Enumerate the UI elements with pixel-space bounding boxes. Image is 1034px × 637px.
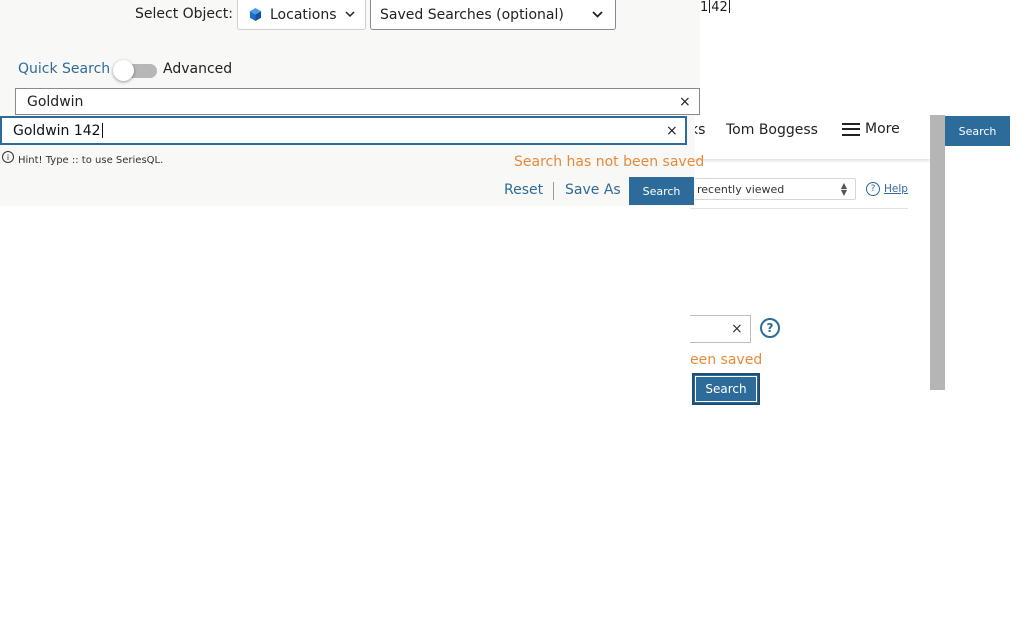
search-query-value: Goldwin bbox=[27, 93, 84, 110]
background-top-search-button[interactable]: Search bbox=[945, 116, 1010, 146]
search-query-input-focused[interactable]: Goldwin 142 bbox=[0, 116, 687, 145]
background-not-saved-text: een saved bbox=[690, 352, 763, 368]
search-button[interactable]: Search bbox=[629, 177, 694, 205]
text-cursor bbox=[101, 123, 103, 138]
recently-viewed-value: recently viewed bbox=[697, 182, 785, 196]
not-saved-status: Search has not been saved bbox=[514, 154, 705, 170]
toggle-knob bbox=[113, 60, 134, 81]
saved-searches-placeholder: Saved Searches (optional) bbox=[380, 6, 564, 23]
select-object-label: Select Object: bbox=[135, 6, 233, 22]
search-query-value: Goldwin 142 bbox=[13, 122, 101, 139]
chevron-down-icon bbox=[592, 11, 603, 18]
cube-icon bbox=[249, 8, 262, 21]
user-name-link[interactable]: Tom Boggess bbox=[726, 122, 818, 138]
help-label: Help bbox=[884, 183, 908, 195]
more-label: More bbox=[865, 121, 900, 137]
save-as-link[interactable]: Save As bbox=[565, 182, 621, 198]
reset-link[interactable]: Reset bbox=[504, 182, 543, 198]
quick-search-label[interactable]: Quick Search bbox=[18, 61, 110, 77]
background-scrollbar[interactable] bbox=[930, 115, 945, 390]
divider bbox=[553, 182, 554, 200]
hamburger-icon bbox=[842, 122, 860, 136]
close-icon[interactable]: × bbox=[731, 321, 743, 337]
stray-text-right: 42 bbox=[711, 0, 728, 15]
help-icon: ? bbox=[866, 182, 880, 196]
object-select[interactable]: Locations bbox=[237, 0, 366, 30]
text-cursor bbox=[728, 0, 730, 13]
select-arrows-icon: ▲ ▼ bbox=[840, 181, 847, 197]
search-mode-toggle[interactable] bbox=[113, 60, 157, 81]
close-icon[interactable]: × bbox=[679, 94, 691, 110]
question-icon[interactable]: ? bbox=[760, 318, 780, 338]
background-search-button[interactable]: Search bbox=[692, 373, 760, 405]
advanced-label[interactable]: Advanced bbox=[163, 61, 232, 77]
stray-text: 1 42 bbox=[700, 0, 731, 15]
chevron-down-icon bbox=[345, 11, 355, 18]
stray-text-left: 1 bbox=[700, 0, 709, 15]
help-link[interactable]: ? Help bbox=[866, 182, 908, 196]
saved-searches-select[interactable]: Saved Searches (optional) bbox=[370, 0, 616, 30]
object-select-value: Locations bbox=[270, 6, 337, 23]
hint-text: Hint! Type :: to use SeriesQL. bbox=[18, 155, 164, 166]
more-menu-button[interactable]: More bbox=[842, 121, 900, 137]
search-query-input[interactable]: Goldwin bbox=[15, 88, 700, 115]
recently-viewed-select[interactable]: recently viewed ▲ ▼ bbox=[690, 178, 856, 200]
divider bbox=[690, 208, 908, 209]
info-icon: i bbox=[2, 151, 14, 163]
close-icon[interactable]: × bbox=[666, 123, 678, 139]
